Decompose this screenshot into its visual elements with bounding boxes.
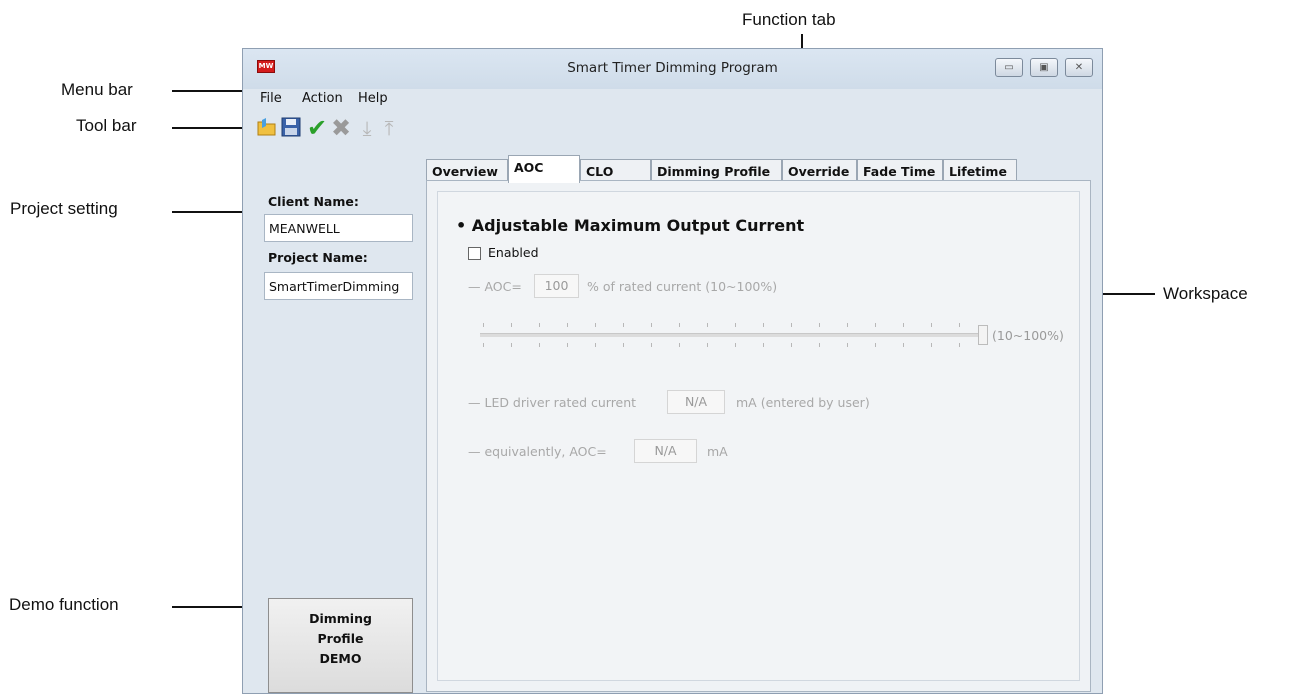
screenshot-stage: Function tab Menu bar Tool bar Project s…: [0, 0, 1290, 695]
rated-current-prefix: — LED driver rated current: [468, 395, 637, 410]
project-name-field[interactable]: SmartTimerDimming: [264, 272, 413, 300]
window-title: Smart Timer Dimming Program: [567, 60, 778, 76]
callout-demo-function: Demo function: [9, 595, 119, 614]
callout-function-tab: Function tab: [742, 10, 836, 29]
open-folder-icon[interactable]: [255, 116, 279, 140]
menu-help[interactable]: Help: [358, 91, 388, 106]
aoc-suffix-label: % of rated current (10~100%): [587, 279, 778, 294]
demo-button-line2: Profile: [317, 631, 364, 646]
minimize-icon[interactable]: ▭: [995, 58, 1023, 77]
export-icon[interactable]: ⤒: [377, 116, 401, 140]
callout-tool-bar: Tool bar: [76, 116, 137, 135]
callout-menu-bar: Menu bar: [61, 80, 133, 99]
title-bar[interactable]: MW Smart Timer Dimming Program ▭ ▣ ✕: [243, 49, 1102, 89]
import-icon[interactable]: ⤓: [355, 116, 379, 140]
callout-workspace: Workspace: [1163, 284, 1248, 303]
workspace: • Adjustable Maximum Output Current Enab…: [426, 180, 1091, 692]
tool-bar: ✔ ✖ ⤓ ⤒: [243, 113, 1102, 143]
maximize-icon[interactable]: ▣: [1030, 58, 1058, 77]
equivalent-aoc-suffix: mA: [707, 444, 728, 459]
equivalent-aoc-value: N/A: [634, 439, 697, 463]
save-icon[interactable]: [279, 116, 303, 140]
tab-aoc[interactable]: AOC: [508, 155, 580, 183]
equivalent-aoc-prefix: — equivalently, AOC=: [468, 444, 607, 459]
project-name-label: Project Name:: [268, 250, 368, 265]
menu-file[interactable]: File: [260, 91, 282, 106]
aoc-percent-input[interactable]: 100: [534, 274, 579, 298]
app-window: MW Smart Timer Dimming Program ▭ ▣ ✕ Fil…: [242, 48, 1103, 694]
demo-button-line1: Dimming: [309, 611, 372, 626]
aoc-section-title: • Adjustable Maximum Output Current: [456, 216, 805, 235]
rated-current-input[interactable]: N/A: [667, 390, 725, 414]
checkmark-icon[interactable]: ✔: [305, 116, 329, 140]
aoc-slider-thumb[interactable]: [978, 325, 988, 345]
callout-project-setting: Project setting: [10, 199, 118, 218]
aoc-panel: • Adjustable Maximum Output Current Enab…: [437, 191, 1080, 681]
enabled-checkbox[interactable]: [468, 247, 481, 260]
dimming-profile-demo-button[interactable]: Dimming Profile DEMO: [268, 598, 413, 693]
enabled-label: Enabled: [488, 245, 539, 260]
menu-action[interactable]: Action: [302, 91, 343, 106]
aoc-prefix-label: — AOC=: [468, 279, 522, 294]
rated-current-suffix: mA (entered by user): [736, 395, 870, 410]
demo-button-line3: DEMO: [319, 651, 362, 666]
aoc-slider-track[interactable]: [480, 333, 987, 337]
close-icon[interactable]: ✕: [1065, 58, 1093, 77]
slider-range-label: (10~100%): [992, 328, 1064, 343]
menu-bar: File Action Help: [243, 89, 1102, 111]
cross-icon[interactable]: ✖: [329, 116, 353, 140]
client-name-label: Client Name:: [268, 194, 359, 209]
client-name-field[interactable]: MEANWELL: [264, 214, 413, 242]
